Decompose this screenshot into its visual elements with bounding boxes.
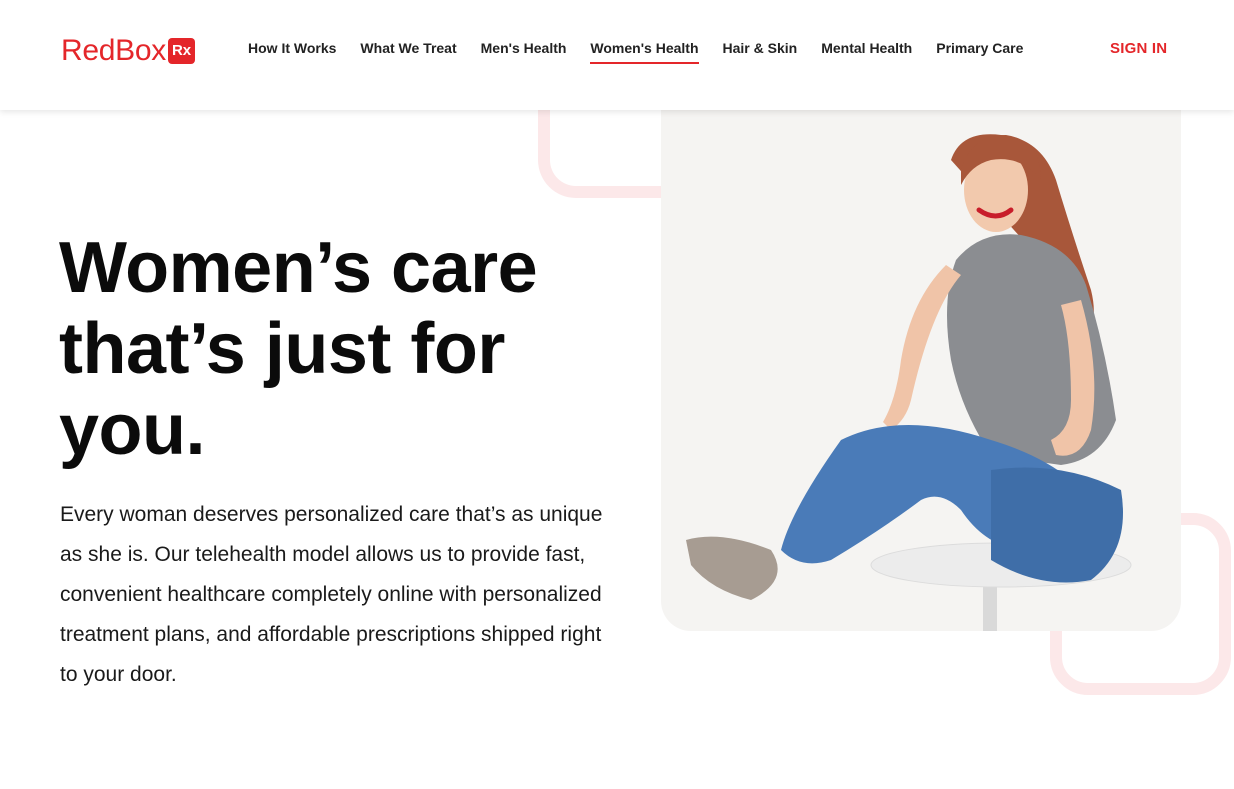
- nav-hair-skin[interactable]: Hair & Skin: [723, 40, 798, 64]
- nav-womens-health[interactable]: Women's Health: [590, 40, 699, 64]
- hero-title: Women’s care that’s just for you.: [59, 228, 538, 470]
- site-header: RedBox Rx How It Works What We Treat Men…: [0, 0, 1234, 110]
- main-nav: How It Works What We Treat Men's Health …: [248, 40, 1047, 64]
- hero-description: Every woman deserves personalized care t…: [60, 503, 603, 686]
- woman-on-stool-illustration: [686, 134, 1132, 631]
- sign-in-link[interactable]: SIGN IN: [1110, 40, 1167, 57]
- nav-what-we-treat[interactable]: What We Treat: [360, 40, 456, 64]
- logo-wordmark: RedBox: [61, 34, 166, 67]
- nav-primary-care[interactable]: Primary Care: [936, 40, 1023, 64]
- redbox-rx-logo[interactable]: RedBox Rx: [61, 34, 196, 67]
- nav-how-it-works[interactable]: How It Works: [248, 40, 336, 64]
- hero-photo: [661, 110, 1181, 631]
- nav-mens-health[interactable]: Men's Health: [481, 40, 567, 64]
- nav-mental-health[interactable]: Mental Health: [821, 40, 912, 64]
- logo-rx-badge: Rx: [167, 37, 196, 64]
